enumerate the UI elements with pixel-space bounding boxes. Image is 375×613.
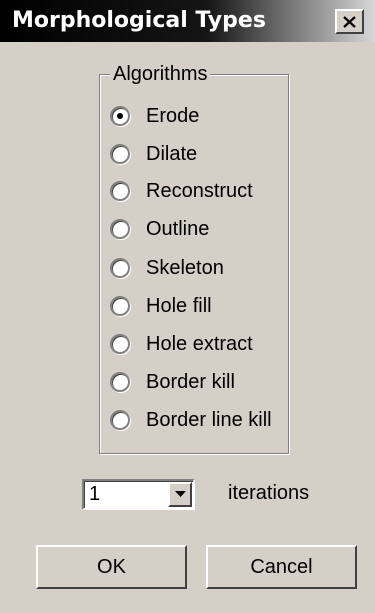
radio-button[interactable] — [110, 219, 130, 239]
radio-button[interactable] — [110, 410, 130, 430]
radio-label: Dilate — [146, 142, 198, 165]
chevron-down-icon — [174, 491, 186, 497]
radio-button[interactable] — [110, 106, 130, 126]
radio-skeleton[interactable]: Skeleton — [110, 254, 224, 282]
radio-border-line-kill[interactable]: Border line kill — [110, 406, 272, 434]
algorithms-group-label: Algorithms — [110, 63, 211, 86]
radio-label: Reconstruct — [146, 179, 253, 202]
radio-button[interactable] — [110, 372, 130, 392]
iterations-combobox[interactable]: 1 — [82, 479, 195, 510]
iterations-dropdown-button[interactable] — [168, 482, 192, 507]
cancel-button[interactable]: Cancel — [206, 545, 357, 589]
window-title: Morphological Types — [12, 8, 266, 33]
radio-label: Hole extract — [146, 332, 253, 355]
title-bar[interactable]: Morphological Types — [0, 0, 375, 42]
dialog-window: Morphological Types Algorithms Erode Dil… — [0, 0, 375, 613]
radio-outline[interactable]: Outline — [110, 215, 209, 243]
radio-label: Border line kill — [146, 408, 272, 431]
radio-button[interactable] — [110, 181, 130, 201]
radio-erode[interactable]: Erode — [110, 102, 199, 130]
radio-label: Border kill — [146, 370, 235, 393]
ok-button[interactable]: OK — [36, 545, 187, 589]
iterations-value[interactable]: 1 — [89, 483, 100, 506]
radio-selected-dot — [117, 113, 123, 119]
radio-button[interactable] — [110, 258, 130, 278]
radio-button[interactable] — [110, 296, 130, 316]
radio-reconstruct[interactable]: Reconstruct — [110, 177, 253, 205]
radio-hole-fill[interactable]: Hole fill — [110, 292, 212, 320]
close-icon — [343, 15, 356, 28]
radio-button[interactable] — [110, 144, 130, 164]
radio-label: Skeleton — [146, 256, 224, 279]
radio-label: Erode — [146, 104, 200, 127]
iterations-label: iterations — [228, 482, 310, 504]
radio-dilate[interactable]: Dilate — [110, 140, 197, 168]
radio-button[interactable] — [110, 334, 130, 354]
radio-hole-extract[interactable]: Hole extract — [110, 330, 253, 358]
radio-label: Outline — [146, 217, 210, 240]
radio-label: Hole fill — [146, 294, 212, 317]
close-button[interactable] — [335, 9, 364, 34]
radio-border-kill[interactable]: Border kill — [110, 368, 235, 396]
